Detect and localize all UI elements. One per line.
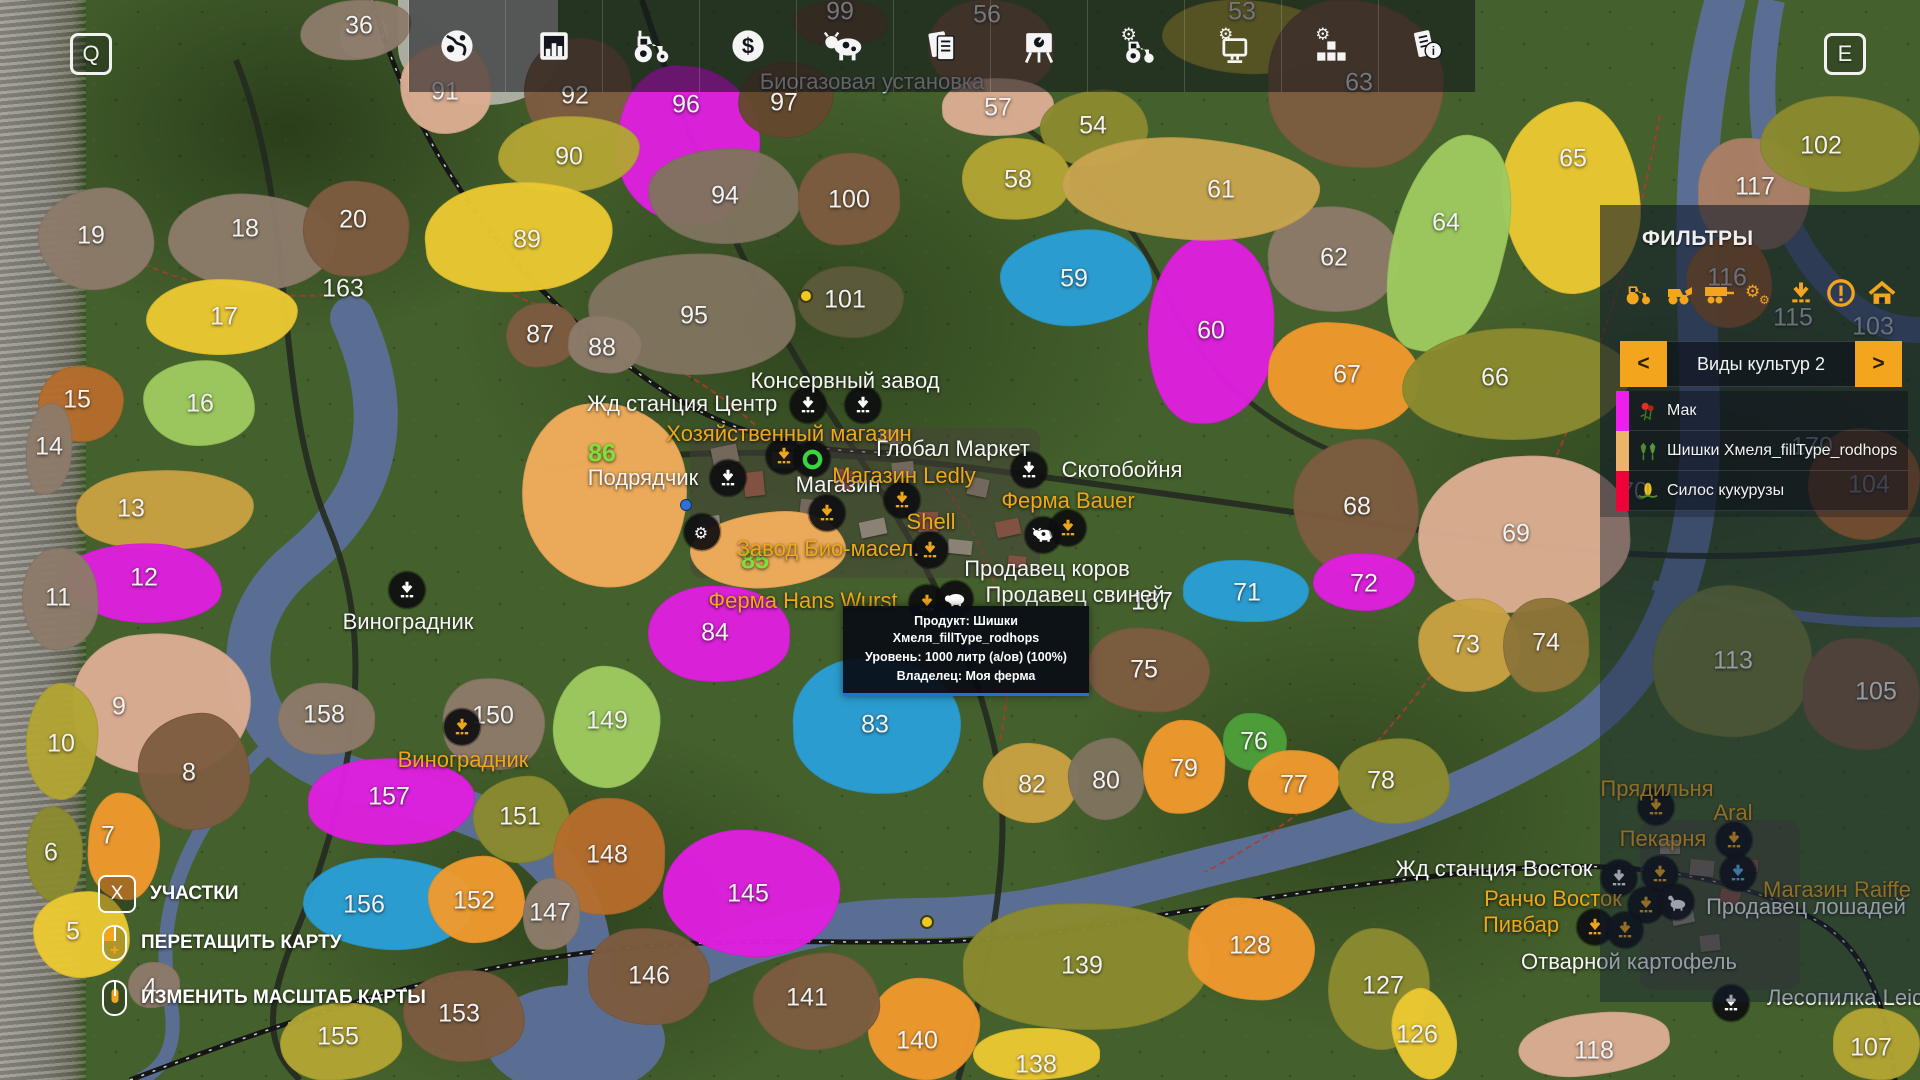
filter-color-swatch (1616, 391, 1629, 431)
filter-row[interactable]: Мак (1616, 391, 1908, 431)
filter-panel-title: ФИЛЬТРЫ (1642, 227, 1754, 251)
toolbar-docs-icon[interactable] (894, 0, 991, 92)
filter-icon-row: ⚙⚙ (1620, 275, 1900, 311)
tooltip-line: Уровень: 1000 литр (а/ов) (100%) (847, 648, 1085, 667)
poppy-icon (1629, 400, 1667, 422)
place-label: Глобал Маркет (876, 436, 1030, 462)
place-label: Магазин Ledly (832, 463, 976, 489)
place-label: Подрядчик (588, 465, 699, 491)
toolbar-tractor-gear-icon[interactable]: ⚙ (1088, 0, 1185, 92)
place-label: Жд станция Восток (1396, 856, 1593, 882)
filter-loader-icon[interactable] (1661, 275, 1697, 311)
svg-text:⚙: ⚙ (1121, 24, 1137, 44)
filter-category-selector: < Виды культур 2 > (1620, 341, 1902, 387)
key-hint-e[interactable]: E (1824, 33, 1866, 75)
toolbar-tractor-icon[interactable] (603, 0, 700, 92)
tooltip-line: Продукт: Шишки Хмеля_fillType_rodhops (847, 612, 1085, 648)
filter-next-button[interactable]: > (1855, 341, 1902, 387)
toolbar-dollar-icon[interactable]: $ (700, 0, 797, 92)
top-menu-toolbar: $ ⚙ ⚙ ⚙ i (408, 0, 1476, 92)
toolbar-easel-icon[interactable] (991, 0, 1088, 92)
place-label: Виноградник (398, 747, 529, 773)
farming-sim-map-screen: 3691929697995657535458639094100891819201… (0, 0, 1920, 1080)
tooltip-line: Владелец: Моя ферма (847, 667, 1085, 686)
filter-row[interactable]: Силос кукурузы (1616, 471, 1908, 511)
legend-label: ИЗМЕНИТЬ МАСШТАБ КАРТЫ (141, 987, 426, 1009)
place-label: Виноградник (343, 609, 474, 635)
corn-icon (1629, 480, 1667, 502)
place-label: Продавец свиней (986, 582, 1165, 608)
legend-item: ПЕРЕТАЩИТЬ КАРТУ (102, 925, 342, 961)
hops-icon (1629, 440, 1667, 462)
toolbar-globe-icon[interactable] (409, 0, 506, 92)
filter-color-swatch (1616, 431, 1629, 471)
toolbar-cow-icon[interactable] (797, 0, 894, 92)
map-hover-tooltip: Продукт: Шишки Хмеля_fillType_rodhopsУро… (843, 606, 1089, 696)
legend-item: X УЧАСТКИ (98, 875, 239, 913)
toolbar-chart-icon[interactable] (506, 0, 603, 92)
svg-text:⚙: ⚙ (1315, 26, 1330, 44)
filter-category-label: Виды культур 2 (1667, 341, 1855, 387)
keyboard-key-icon: X (98, 875, 136, 913)
place-label: Жд станция Центр (587, 391, 777, 417)
svg-text:⚙: ⚙ (1759, 293, 1770, 307)
place-label: Shell (907, 509, 956, 535)
filter-home-icon[interactable] (1864, 275, 1900, 311)
mouse-drag-icon (102, 925, 127, 961)
legend-label: ПЕРЕТАЩИТЬ КАРТУ (141, 932, 342, 954)
filter-color-swatch (1616, 471, 1629, 511)
svg-text:$: $ (742, 33, 754, 58)
svg-text:i: i (1432, 44, 1435, 58)
toolbar-paper-info-icon[interactable]: i (1379, 0, 1476, 92)
place-label: Хозяйственный магазин (666, 421, 911, 447)
mouse-wheel-icon (102, 980, 127, 1016)
key-hint-q[interactable]: Q (70, 33, 112, 75)
filter-row-label: Силос кукурузы (1667, 482, 1784, 500)
place-label: Завод Био-масел. (737, 536, 920, 562)
filter-download-icon[interactable] (1783, 275, 1819, 311)
toolbar-monitor-icon[interactable]: ⚙ (1185, 0, 1282, 92)
legend-label: УЧАСТКИ (150, 883, 239, 905)
filter-row[interactable]: Шишки Хмеля_fillType_rodhops (1616, 431, 1908, 471)
place-label: Пивбар (1483, 912, 1559, 938)
place-label: Консервный завод (750, 368, 939, 394)
place-label: Ферма Bauer (1001, 488, 1134, 514)
legend-item: ИЗМЕНИТЬ МАСШТАБ КАРТЫ (102, 980, 426, 1016)
svg-text:⚙: ⚙ (1745, 282, 1760, 301)
filter-row-label: Шишки Хмеля_fillType_rodhops (1667, 442, 1897, 460)
filter-alert-icon[interactable] (1823, 275, 1859, 311)
filter-rows: Мак Шишки Хмеля_fillType_rodhops Силос кук… (1616, 391, 1908, 511)
filter-prev-button[interactable]: < (1620, 341, 1667, 387)
filter-row-label: Мак (1667, 402, 1696, 420)
filter-gears-icon[interactable]: ⚙⚙ (1742, 275, 1778, 311)
place-label: Продавец коров (964, 556, 1130, 582)
toolbar-blocks-icon[interactable]: ⚙ (1282, 0, 1379, 92)
filter-tractor-s-icon[interactable] (1620, 275, 1656, 311)
place-label: Скотобойня (1062, 457, 1183, 483)
filter-trailer-icon[interactable] (1701, 275, 1737, 311)
